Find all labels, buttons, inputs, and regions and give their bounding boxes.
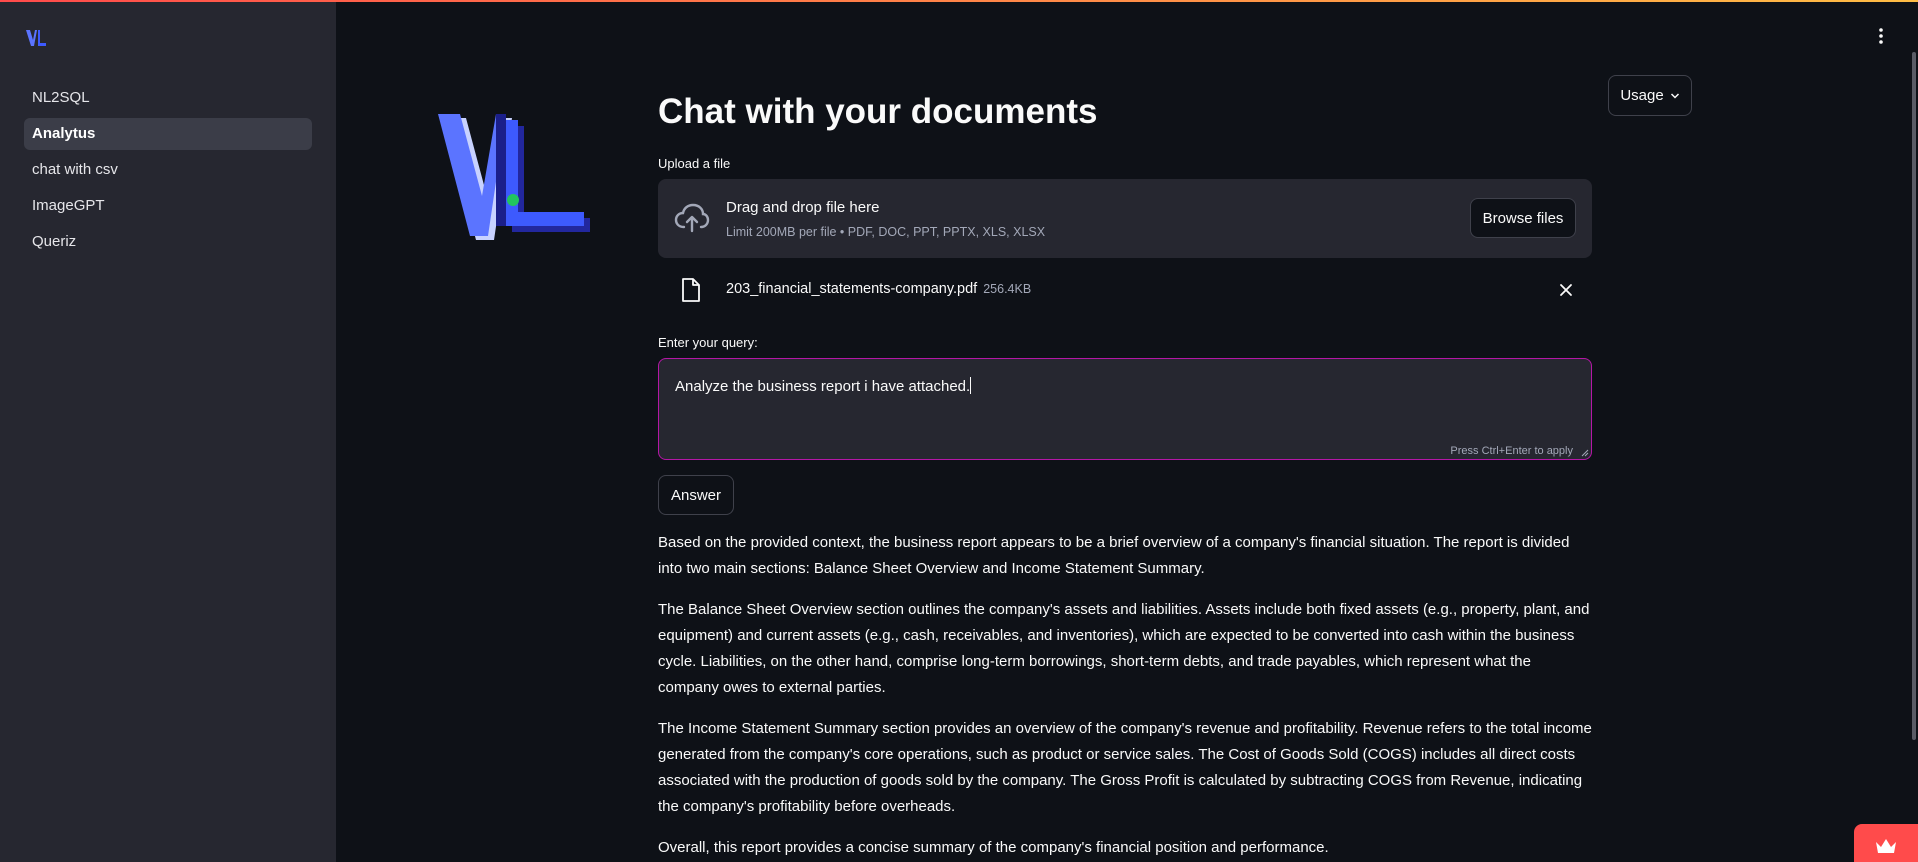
browse-files-button[interactable]: Browse files [1470,198,1576,238]
resize-handle-icon[interactable] [1581,449,1589,457]
upload-label: Upload a file [658,156,731,171]
dropzone-title: Drag and drop file here [726,199,880,216]
kebab-menu-icon[interactable] [1874,26,1888,46]
query-value: Analyze the business report i have attac… [675,378,971,395]
sidebar-item-label: Queriz [32,233,77,250]
answer-button[interactable]: Answer [658,475,734,515]
sidebar-item-label: chat with csv [32,161,118,178]
sidebar: NL2SQL Analytus chat with csv ImageGPT Q… [0,0,336,862]
scrollbar[interactable] [1912,52,1916,740]
file-size: 256.4KB [983,282,1032,296]
file-icon [682,278,700,302]
apply-hint: Press Ctrl+Enter to apply [1450,445,1573,457]
sidebar-item-analytus[interactable]: Analytus [24,118,312,150]
sidebar-item-nl2sql[interactable]: NL2SQL [24,82,312,114]
cloud-upload-icon [674,203,710,233]
sidebar-item-label: NL2SQL [32,89,90,106]
answer-output: Based on the provided context, the busin… [658,530,1592,862]
streamlit-badge[interactable] [1854,824,1918,862]
usage-label: Usage [1620,87,1664,104]
close-icon[interactable] [1558,282,1574,298]
sidebar-nav: NL2SQL Analytus chat with csv ImageGPT Q… [24,82,312,262]
page-title: Chat with your documents [658,92,1098,131]
crown-icon [1876,839,1896,853]
dropzone-limits: Limit 200MB per file • PDF, DOC, PPT, PP… [726,225,1046,239]
query-label: Enter your query: [658,335,758,350]
usage-dropdown[interactable]: Usage [1608,75,1692,116]
file-name: 203_financial_statements-company.pdf [726,281,978,297]
answer-paragraph: Based on the provided context, the busin… [658,534,1570,577]
file-dropzone[interactable]: Drag and drop file here Limit 200MB per … [658,179,1592,258]
sidebar-item-label: ImageGPT [32,197,105,214]
answer-paragraph: The Income Statement Summary section pro… [658,720,1592,815]
text-caret [970,377,972,394]
chevron-down-icon [1670,92,1679,99]
uploaded-file: 203_financial_statements-company.pdf 256.… [658,273,1592,307]
sidebar-item-label: Analytus [32,125,96,142]
logo-icon [438,114,590,240]
query-textarea[interactable]: Analyze the business report i have attac… [658,358,1592,460]
sidebar-item-chat-with-csv[interactable]: chat with csv [24,154,312,186]
sidebar-item-queriz[interactable]: Queriz [24,226,312,258]
answer-paragraph: The Balance Sheet Overview section outli… [658,601,1590,696]
logo-icon [26,30,46,46]
top-accent-line [0,0,1918,2]
sidebar-item-imagegpt[interactable]: ImageGPT [24,190,312,222]
answer-paragraph: Overall, this report provides a concise … [658,839,1329,856]
